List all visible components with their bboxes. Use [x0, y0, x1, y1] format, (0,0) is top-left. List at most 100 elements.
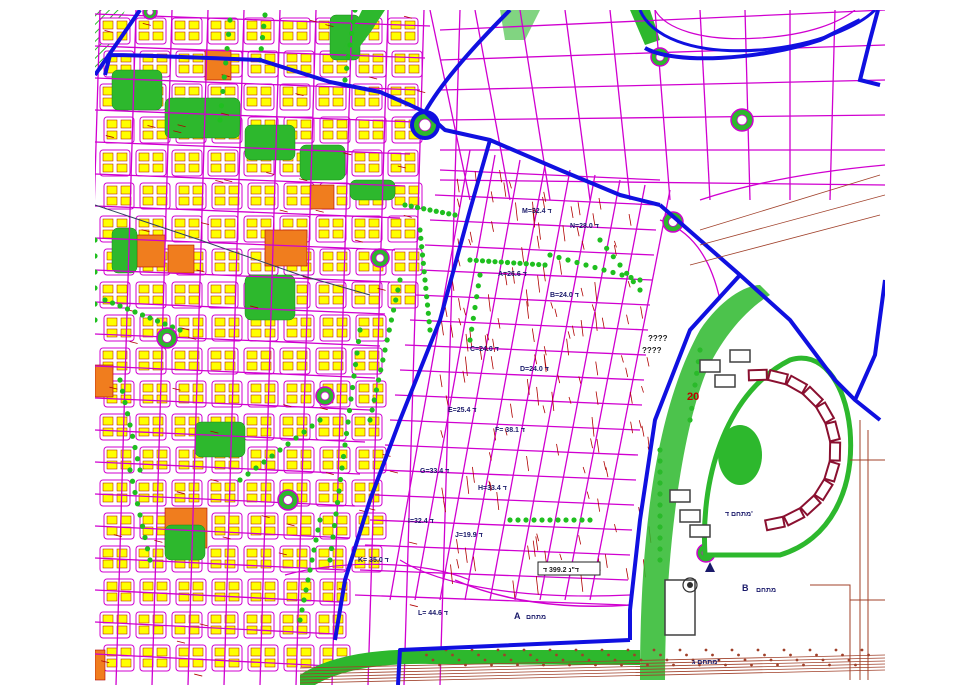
lot-parcel [210, 295, 222, 305]
lot-parcel [116, 152, 128, 162]
lot-parcel [322, 581, 334, 591]
lot-parcel [120, 196, 132, 206]
lot-parcel [368, 295, 380, 305]
utility-marker [542, 663, 545, 667]
lot-parcel [224, 218, 236, 228]
utility-marker [490, 663, 493, 667]
lot-parcel [214, 526, 226, 536]
tree-icon [258, 46, 264, 52]
lot-block [103, 644, 135, 672]
lot-parcel [282, 218, 294, 228]
lot-parcel [282, 163, 294, 173]
lot-block [351, 215, 383, 243]
lot-block [99, 413, 131, 441]
lot-parcel [210, 361, 222, 371]
zone-label-j: J=19.9 ד [455, 532, 483, 539]
tree-icon [339, 465, 345, 471]
lot-parcel [390, 86, 402, 96]
lot-parcel [106, 317, 118, 327]
lot-parcel [142, 449, 154, 459]
lot-parcel [178, 647, 190, 657]
lot-parcel [116, 218, 128, 228]
lot-parcel [394, 130, 406, 140]
lot-parcel [142, 592, 154, 602]
lot-parcel [246, 350, 258, 360]
lot-parcel [138, 416, 150, 426]
complex-label-h: מתחם ה' [785, 451, 814, 458]
lot-parcel [318, 427, 330, 437]
tree-icon [351, 373, 357, 379]
lot-parcel [318, 361, 330, 371]
lot-parcel [286, 196, 298, 206]
tree-icon [384, 337, 390, 343]
lot-block [315, 479, 347, 507]
lot-parcel [174, 20, 186, 30]
roundabout-core [320, 391, 330, 401]
lot-parcel [106, 185, 118, 195]
roundabout-core [736, 114, 748, 126]
tree-icon [132, 444, 138, 451]
utility-marker [587, 658, 591, 662]
roundabout-icon [370, 248, 390, 268]
lot-parcel [336, 647, 348, 657]
tree-icon [477, 272, 483, 278]
tree-icon [223, 60, 229, 66]
lot-block [355, 380, 387, 408]
complex-label-a-word: מתחם [526, 614, 546, 621]
lot-parcel [178, 196, 190, 206]
lot-parcel [372, 526, 384, 536]
utility-marker [789, 653, 792, 657]
lot-parcel [214, 383, 226, 393]
lot-parcel [358, 394, 370, 404]
lot-block [283, 446, 315, 474]
tree-icon [486, 258, 492, 264]
lot-parcel [102, 548, 114, 558]
lot-parcel [156, 647, 168, 657]
lot-parcel [318, 229, 330, 239]
lot-block [247, 644, 279, 672]
lot-parcel [102, 482, 114, 492]
lot-parcel [178, 317, 190, 327]
tree-icon [563, 517, 569, 523]
lot-parcel [322, 449, 334, 459]
lot-parcel [296, 31, 308, 41]
lot-parcel [142, 658, 154, 668]
utility-marker [535, 658, 539, 662]
lot-block [207, 479, 239, 507]
zone-label-i: I=32.4 ד [408, 518, 434, 525]
lot-parcel [260, 97, 272, 107]
lot-parcel [404, 31, 416, 41]
lot-parcel [358, 383, 370, 393]
lot-block [243, 83, 275, 111]
utility-marker [652, 648, 656, 652]
lot-parcel [210, 625, 222, 635]
lot-parcel [332, 416, 344, 426]
zone-label-l: L= 44.6 ד [418, 610, 448, 617]
utility-marker [815, 653, 818, 657]
lot-parcel [286, 515, 298, 525]
utility-marker [633, 653, 636, 657]
tree-icon [142, 534, 148, 541]
lot-parcel [282, 614, 294, 624]
roundabout-icon [277, 489, 299, 511]
building-west [679, 509, 701, 523]
lot-block [135, 479, 167, 507]
lot-parcel [296, 295, 308, 305]
utility-marker [724, 663, 727, 667]
lot-parcel [106, 328, 118, 338]
lot-parcel [156, 196, 168, 206]
lot-block [319, 446, 351, 474]
tree-icon [127, 467, 133, 473]
lot-block [139, 380, 171, 408]
lot-parcel [138, 284, 150, 294]
lot-parcel [250, 262, 262, 272]
lot-parcel [228, 383, 240, 393]
lot-parcel [102, 86, 114, 96]
lot-parcel [372, 64, 384, 74]
utility-marker [769, 658, 773, 662]
utility-marker [678, 648, 682, 652]
site-plan-map[interactable]: M=32.4 ד N=28.0 ד A=26.6 ד B=24.0 ד C=24… [0, 0, 980, 693]
lot-parcel [246, 614, 258, 624]
lot-parcel [300, 658, 312, 668]
lot-parcel [120, 317, 132, 327]
